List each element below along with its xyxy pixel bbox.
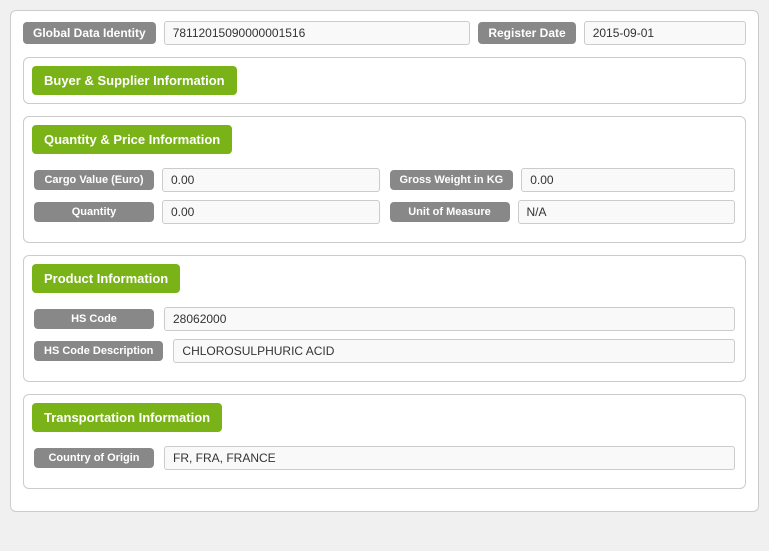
product-section: Product Information HS Code 28062000 HS … (23, 255, 746, 382)
cargo-gross-row: Cargo Value (Euro) 0.00 Gross Weight in … (34, 168, 735, 192)
quantity-price-body: Cargo Value (Euro) 0.00 Gross Weight in … (24, 162, 745, 242)
register-date-label: Register Date (478, 22, 575, 44)
transportation-title: Transportation Information (32, 403, 222, 432)
hs-desc-value: CHLOROSULPHURIC ACID (173, 339, 735, 363)
quantity-group: Quantity 0.00 (34, 200, 380, 224)
transportation-section: Transportation Information Country of Or… (23, 394, 746, 489)
hs-desc-label: HS Code Description (34, 341, 163, 361)
hs-code-value: 28062000 (164, 307, 735, 331)
country-label: Country of Origin (34, 448, 154, 468)
buyer-supplier-section: Buyer & Supplier Information (23, 57, 746, 104)
product-title: Product Information (32, 264, 180, 293)
header-row: Global Data Identity 7811201509000000151… (23, 21, 746, 45)
country-row: Country of Origin FR, FRA, FRANCE (34, 446, 735, 470)
gross-weight-group: Gross Weight in KG 0.00 (390, 168, 736, 192)
country-value: FR, FRA, FRANCE (164, 446, 735, 470)
quantity-value: 0.00 (162, 200, 380, 224)
hs-code-label: HS Code (34, 309, 154, 329)
cargo-value-value: 0.00 (162, 168, 380, 192)
register-date-value: 2015-09-01 (584, 21, 746, 45)
main-container: Global Data Identity 7811201509000000151… (10, 10, 759, 512)
cargo-value-group: Cargo Value (Euro) 0.00 (34, 168, 380, 192)
hs-desc-row: HS Code Description CHLOROSULPHURIC ACID (34, 339, 735, 363)
product-body: HS Code 28062000 HS Code Description CHL… (24, 301, 745, 381)
quantity-uom-row: Quantity 0.00 Unit of Measure N/A (34, 200, 735, 224)
gross-weight-label: Gross Weight in KG (390, 170, 514, 190)
quantity-price-title: Quantity & Price Information (32, 125, 232, 154)
buyer-supplier-title: Buyer & Supplier Information (32, 66, 237, 95)
uom-value: N/A (518, 200, 736, 224)
uom-label: Unit of Measure (390, 202, 510, 222)
hs-code-row: HS Code 28062000 (34, 307, 735, 331)
cargo-value-label: Cargo Value (Euro) (34, 170, 154, 190)
gdi-value: 78112015090000001516 (164, 21, 471, 45)
quantity-label: Quantity (34, 202, 154, 222)
transportation-body: Country of Origin FR, FRA, FRANCE (24, 440, 745, 488)
gdi-label: Global Data Identity (23, 22, 156, 44)
quantity-price-section: Quantity & Price Information Cargo Value… (23, 116, 746, 243)
gross-weight-value: 0.00 (521, 168, 735, 192)
uom-group: Unit of Measure N/A (390, 200, 736, 224)
